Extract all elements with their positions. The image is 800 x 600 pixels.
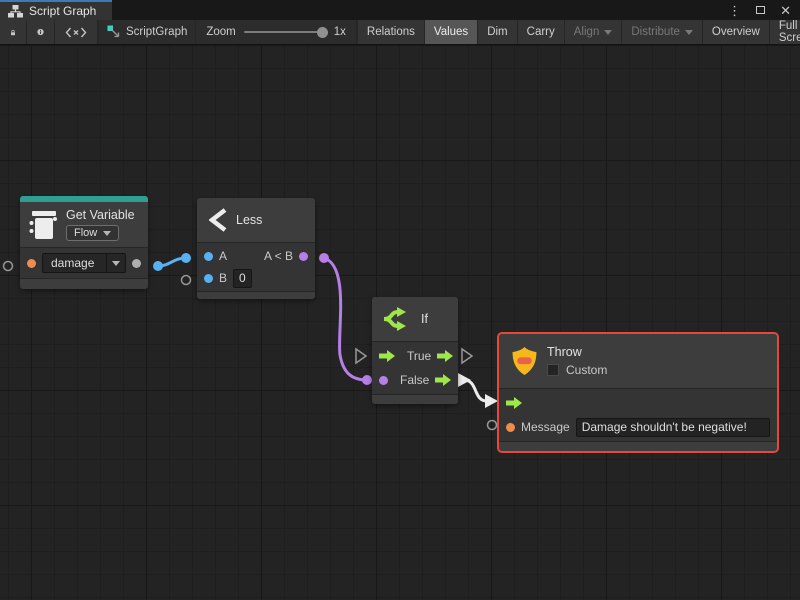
lock-icon [10, 26, 16, 39]
wire-end-dot[interactable] [362, 375, 372, 385]
values-button[interactable]: Values [425, 20, 477, 44]
variable-name-dropdown[interactable]: damage [42, 253, 126, 273]
script-graph-icon [107, 25, 121, 39]
port-a-input[interactable] [204, 252, 213, 261]
false-output-port[interactable] [435, 374, 451, 386]
variable-scope-dropdown[interactable]: Flow [66, 225, 119, 241]
wire-end-dot[interactable] [319, 253, 329, 263]
maximize-icon[interactable] [756, 6, 765, 14]
graph-canvas[interactable]: Get Variable Flow damage [0, 45, 800, 600]
lock-button[interactable] [0, 20, 26, 44]
port-name-input[interactable] [27, 259, 36, 268]
less-than-icon [209, 208, 227, 232]
socket-if-true-exit[interactable] [462, 349, 472, 363]
socket-throw-message[interactable] [488, 421, 497, 430]
flow-input-port[interactable] [506, 397, 522, 409]
wire-if-false-to-throw[interactable] [464, 380, 487, 401]
graph-breadcrumb[interactable]: ScriptGraph [99, 20, 195, 44]
info-icon [37, 25, 44, 39]
close-icon[interactable]: ✕ [780, 4, 791, 17]
custom-checkbox-label: Custom [566, 363, 607, 377]
dim-button[interactable]: Dim [478, 20, 516, 44]
align-button[interactable]: Align [565, 20, 622, 44]
graph-toolbar: ScriptGraph Zoom 1x Relations Values Dim… [0, 20, 800, 45]
node-title: Less [236, 213, 262, 227]
node-title: Get Variable [66, 208, 135, 222]
node-title: If [421, 312, 428, 326]
throw-shield-icon [511, 346, 538, 376]
wire-flow-arrow[interactable] [458, 373, 471, 387]
fullscreen-button[interactable]: Full Screen [770, 20, 800, 44]
flow-input-port[interactable] [379, 350, 395, 362]
message-input-port[interactable] [506, 423, 515, 432]
socket-getvariable-fallback[interactable] [4, 262, 13, 271]
port-value-output[interactable] [132, 259, 141, 268]
custom-checkbox[interactable] [547, 364, 559, 376]
caret-down-icon [112, 261, 120, 266]
distribute-button[interactable]: Distribute [622, 20, 702, 44]
caret-down-icon [685, 30, 693, 35]
port-b-input[interactable] [204, 274, 213, 283]
true-output-port[interactable] [437, 350, 453, 362]
wire-less-to-if[interactable] [324, 258, 367, 380]
node-if[interactable]: If True False [372, 297, 458, 404]
b-value-input[interactable]: 0 [233, 269, 252, 288]
socket-less-b[interactable] [182, 276, 191, 285]
hierarchy-icon [8, 5, 23, 18]
graph-name-label: ScriptGraph [126, 26, 187, 38]
tab-title: Script Graph [29, 4, 96, 18]
condition-input-port[interactable] [379, 376, 388, 385]
relations-button[interactable]: Relations [358, 20, 424, 44]
branch-icon [382, 305, 412, 333]
window-controls: ⋮ ✕ [728, 0, 791, 20]
port-comparison-output[interactable] [299, 252, 308, 261]
message-value-input[interactable]: Damage shouldn't be negative! [576, 418, 770, 437]
message-label: Message [521, 420, 570, 434]
zoom-label: Zoom [206, 26, 235, 38]
node-title: Throw [547, 345, 607, 359]
tab-script-graph[interactable]: Script Graph [0, 0, 112, 20]
code-brackets-icon [65, 25, 87, 40]
zoom-control: Zoom 1x [196, 20, 356, 44]
zoom-value: 1x [334, 26, 346, 38]
zoom-slider[interactable] [244, 31, 326, 33]
zoom-slider-handle[interactable] [317, 27, 328, 38]
node-less[interactable]: Less A A < B B 0 [197, 198, 315, 299]
wire-end-dot[interactable] [181, 253, 191, 263]
overview-button[interactable]: Overview [703, 20, 769, 44]
caret-down-icon [604, 30, 612, 35]
variable-icon [29, 210, 57, 240]
script-graph-window: Script Graph ⋮ ✕ [0, 0, 800, 600]
node-throw[interactable]: Throw Custom Message Damage shouldn't [499, 334, 777, 451]
node-get-variable[interactable]: Get Variable Flow damage [20, 196, 148, 289]
more-menu-icon[interactable]: ⋮ [728, 4, 741, 17]
code-view-button[interactable] [55, 20, 97, 44]
wire-end-dot[interactable] [153, 261, 163, 271]
info-button[interactable] [27, 20, 54, 44]
carry-button[interactable]: Carry [518, 20, 564, 44]
wire-flow-arrow[interactable] [485, 394, 498, 408]
caret-down-icon [103, 231, 111, 236]
socket-if-enter[interactable] [356, 349, 366, 363]
tab-bar: Script Graph ⋮ ✕ [0, 0, 800, 20]
wire-getvariable-to-less[interactable] [158, 258, 186, 266]
